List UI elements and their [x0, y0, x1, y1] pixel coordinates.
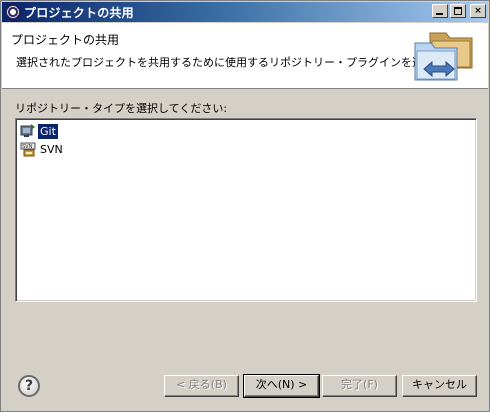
- page-title: プロジェクトの共用: [11, 33, 120, 47]
- cancel-button[interactable]: キャンセル: [402, 375, 477, 397]
- maximize-icon: [454, 7, 462, 15]
- repository-type-list[interactable]: Git SVN SVN: [15, 118, 477, 302]
- wizard-header: プロジェクトの共用 選択されたプロジェクトを共用するために使用するリポジトリー・…: [2, 23, 488, 89]
- list-item-git[interactable]: Git: [20, 122, 58, 140]
- share-project-dialog: プロジェクトの共用 × プロジェクトの共用 選択されたプロジェクトを共用するため…: [0, 0, 490, 412]
- list-item-svn[interactable]: SVN SVN: [20, 140, 65, 158]
- back-button[interactable]: < 戻る(B): [164, 375, 239, 397]
- list-item-label: Git: [38, 123, 58, 139]
- maximize-button[interactable]: [450, 4, 466, 18]
- minimize-button[interactable]: [432, 4, 448, 18]
- finish-button[interactable]: 完了(F): [322, 375, 397, 397]
- svn-icon: SVN: [20, 142, 36, 157]
- eclipse-app-icon: [5, 4, 21, 20]
- window-title: プロジェクトの共用: [24, 5, 134, 20]
- page-description: 選択されたプロジェクトを共用するために使用するリポジトリー・プラグインを選択しま…: [16, 56, 477, 69]
- wizard-content: リポジトリー・タイプを選択してください: Git SVN SVN: [2, 90, 488, 360]
- close-button[interactable]: ×: [470, 4, 486, 18]
- help-button[interactable]: ?: [18, 375, 40, 397]
- repository-type-label: リポジトリー・タイプを選択してください:: [15, 102, 228, 115]
- folder-share-icon: [414, 32, 473, 81]
- minimize-icon: [436, 13, 443, 15]
- svg-text:SVN: SVN: [22, 144, 33, 150]
- git-icon: [20, 124, 35, 137]
- next-button[interactable]: 次へ(N) >: [243, 374, 320, 398]
- title-bar[interactable]: プロジェクトの共用 ×: [2, 2, 488, 22]
- window-controls: ×: [432, 4, 486, 18]
- list-item-label: SVN: [40, 142, 63, 156]
